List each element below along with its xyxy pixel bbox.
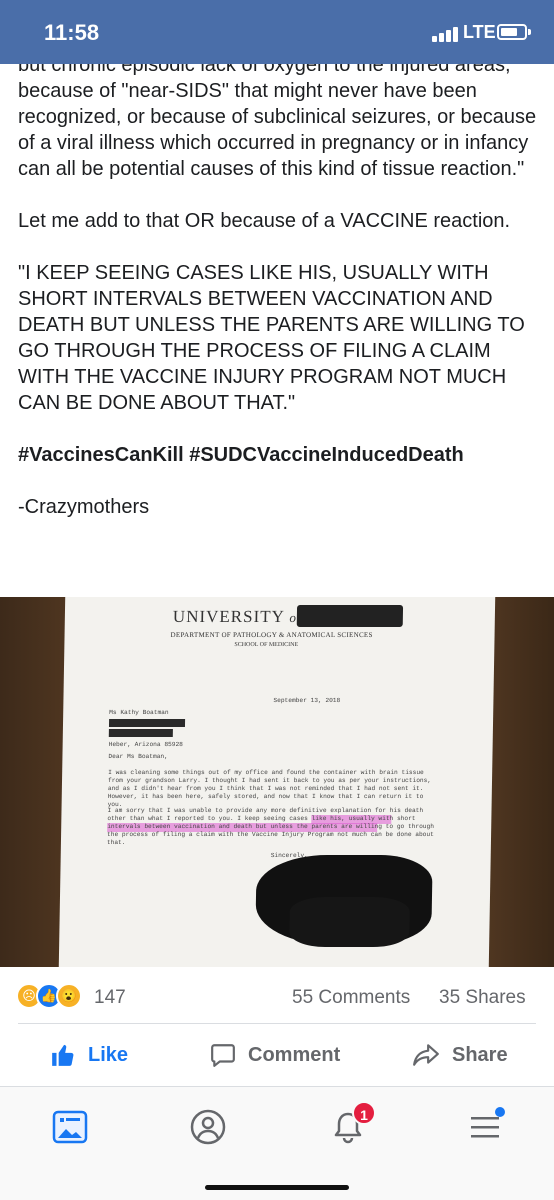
letter-city: Heber, Arizona 85928: [108, 741, 183, 748]
letter-paragraph: I am sorry that I was unable to provide …: [106, 807, 435, 846]
post-paragraph: but chronic episodic lack of oxygen to t…: [18, 54, 537, 180]
bottom-nav: 1: [0, 1087, 554, 1200]
comments-count[interactable]: 55 Comments: [292, 987, 410, 1009]
profile-icon: [190, 1109, 226, 1145]
status-time: 11:58: [44, 20, 100, 45]
redaction-mark: [108, 729, 173, 737]
reaction-icons[interactable]: ☹ 👍 😮: [16, 983, 96, 1009]
signal-icon: [432, 24, 460, 42]
reaction-count[interactable]: 147: [94, 987, 126, 1009]
comment-button[interactable]: Comment: [210, 1024, 340, 1086]
letter-department: DEPARTMENT OF PATHOLOGY & ANATOMICAL SCI…: [170, 631, 373, 639]
network-label: LTE: [463, 22, 496, 42]
comment-label: Comment: [248, 1043, 341, 1066]
like-button[interactable]: Like: [50, 1024, 128, 1086]
letter-greeting: Dear Ms Boatman,: [108, 753, 168, 760]
nav-profile[interactable]: [178, 1097, 238, 1157]
comment-icon: [211, 1044, 235, 1067]
letter-paragraph: I was cleaning some things out of my off…: [107, 769, 432, 808]
post-paragraph: Let me add to that OR because of a VACCI…: [18, 210, 511, 232]
like-label: Like: [88, 1043, 129, 1066]
shares-count[interactable]: 35 Shares: [439, 987, 526, 1009]
thumbs-up-icon: [52, 1044, 74, 1066]
post-hashtags[interactable]: #VaccinesCanKill #SUDCVaccineInducedDeat…: [18, 442, 542, 468]
post-photo[interactable]: UNIVERSITY of DEPARTMENT OF PATHOLOGY & …: [0, 597, 554, 967]
wow-reaction-icon: 😮: [56, 983, 82, 1009]
nav-notifications[interactable]: 1: [318, 1097, 378, 1157]
nav-menu[interactable]: [455, 1097, 515, 1157]
battery-icon: [497, 24, 531, 40]
post-signature: -Crazymothers: [18, 496, 150, 518]
letterhead: UNIVERSITY of: [172, 607, 302, 626]
redaction-mark: [289, 897, 410, 947]
action-bar: Like Comment Share: [0, 1024, 554, 1086]
home-indicator: [205, 1185, 349, 1190]
share-button[interactable]: Share: [412, 1024, 508, 1086]
reactions-row: ☹ 👍 😮 147 55 Comments 35 Shares: [0, 975, 554, 1019]
redaction-mark: [296, 605, 404, 627]
share-label: Share: [452, 1043, 508, 1066]
post-text: but chronic episodic lack of oxygen to t…: [18, 52, 542, 520]
feed-icon: [52, 1110, 88, 1144]
letter-document: UNIVERSITY of DEPARTMENT OF PATHOLOGY & …: [58, 597, 496, 967]
notification-badge: 1: [352, 1101, 376, 1125]
menu-update-dot: [495, 1107, 505, 1117]
nav-feed[interactable]: [40, 1097, 100, 1157]
letter-recipient: Ms Kathy Boatman: [109, 709, 169, 716]
redaction-mark: [108, 719, 186, 727]
status-bar: 11:58 LTE: [0, 0, 554, 64]
post-paragraph: "I KEEP SEEING CASES LIKE HIS, USUALLY W…: [18, 262, 525, 414]
letter-school: SCHOOL OF MEDICINE: [234, 642, 299, 648]
letter-date: September 13, 2018: [273, 697, 341, 704]
share-icon: [413, 1044, 439, 1066]
